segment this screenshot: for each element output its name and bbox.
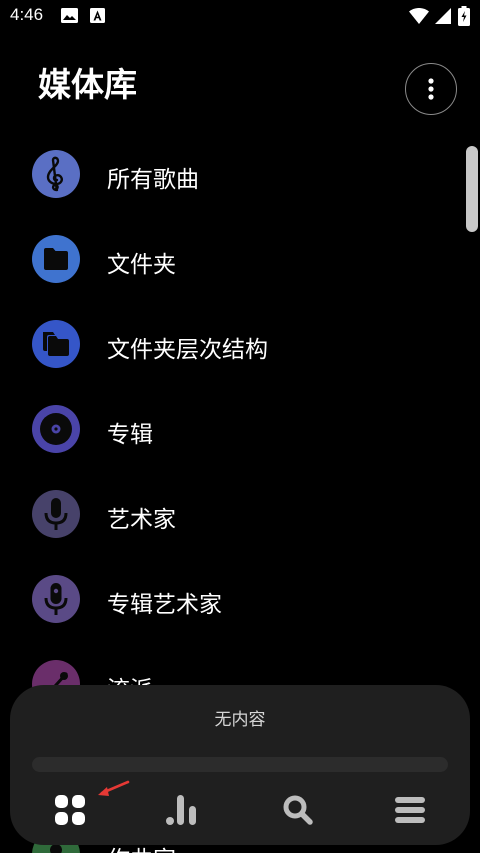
folder-icon xyxy=(32,235,80,283)
treble-clef-icon xyxy=(32,150,80,198)
more-vert-icon xyxy=(428,78,434,100)
library-item-album-artists[interactable]: 专辑艺术家 xyxy=(0,555,460,640)
gallery-icon xyxy=(61,8,78,23)
page-title: 媒体库 xyxy=(38,65,137,104)
search-icon xyxy=(283,795,313,825)
battery-charging-icon xyxy=(458,6,470,26)
mini-player[interactable]: 无内容 xyxy=(10,685,470,845)
now-playing-text: 无内容 xyxy=(214,710,266,730)
library-item-label: 专辑艺术家 xyxy=(107,592,222,618)
nav-search-button[interactable] xyxy=(278,790,318,830)
library-item-label: 艺术家 xyxy=(107,507,176,533)
library-item-label: 所有歌曲 xyxy=(107,167,199,193)
signal-icon xyxy=(435,8,451,24)
library-item-artists[interactable]: 艺术家 xyxy=(0,470,460,555)
nav-queue-button[interactable] xyxy=(390,790,430,830)
a-notification-icon xyxy=(90,8,105,23)
screen: 4:46 媒体库 所有歌曲 文件夹 文件夹层次结构 专辑 艺术家 专辑艺术家 无… xyxy=(0,0,480,853)
nav-charts-button[interactable] xyxy=(163,790,203,830)
menu-icon xyxy=(395,797,425,823)
library-item-label: 专辑 xyxy=(107,422,153,448)
library-item-folder-hierarchy[interactable]: 文件夹层次结构 xyxy=(0,300,460,385)
wifi-icon xyxy=(409,8,429,24)
status-bar: 4:46 xyxy=(0,0,480,34)
microphone-icon xyxy=(32,490,80,538)
scrollbar[interactable] xyxy=(466,146,478,232)
status-time: 4:46 xyxy=(10,5,44,24)
more-options-button[interactable] xyxy=(405,63,457,115)
library-item-label: 文件夹 xyxy=(107,252,176,278)
library-item-label: 文件夹层次结构 xyxy=(107,337,268,363)
album-artist-microphone-icon xyxy=(32,575,80,623)
library-item-albums[interactable]: 专辑 xyxy=(0,385,460,470)
bar-chart-icon xyxy=(166,795,196,825)
library-item-all-songs[interactable]: 所有歌曲 xyxy=(0,130,460,215)
library-item-folders[interactable]: 文件夹 xyxy=(0,215,460,300)
folder-tree-icon xyxy=(32,320,80,368)
playback-progress-bar[interactable] xyxy=(32,757,448,772)
album-disc-icon xyxy=(32,405,80,453)
nav-library-button[interactable] xyxy=(50,790,90,830)
grid-icon xyxy=(55,795,85,825)
hint-arrow-icon xyxy=(98,780,130,796)
